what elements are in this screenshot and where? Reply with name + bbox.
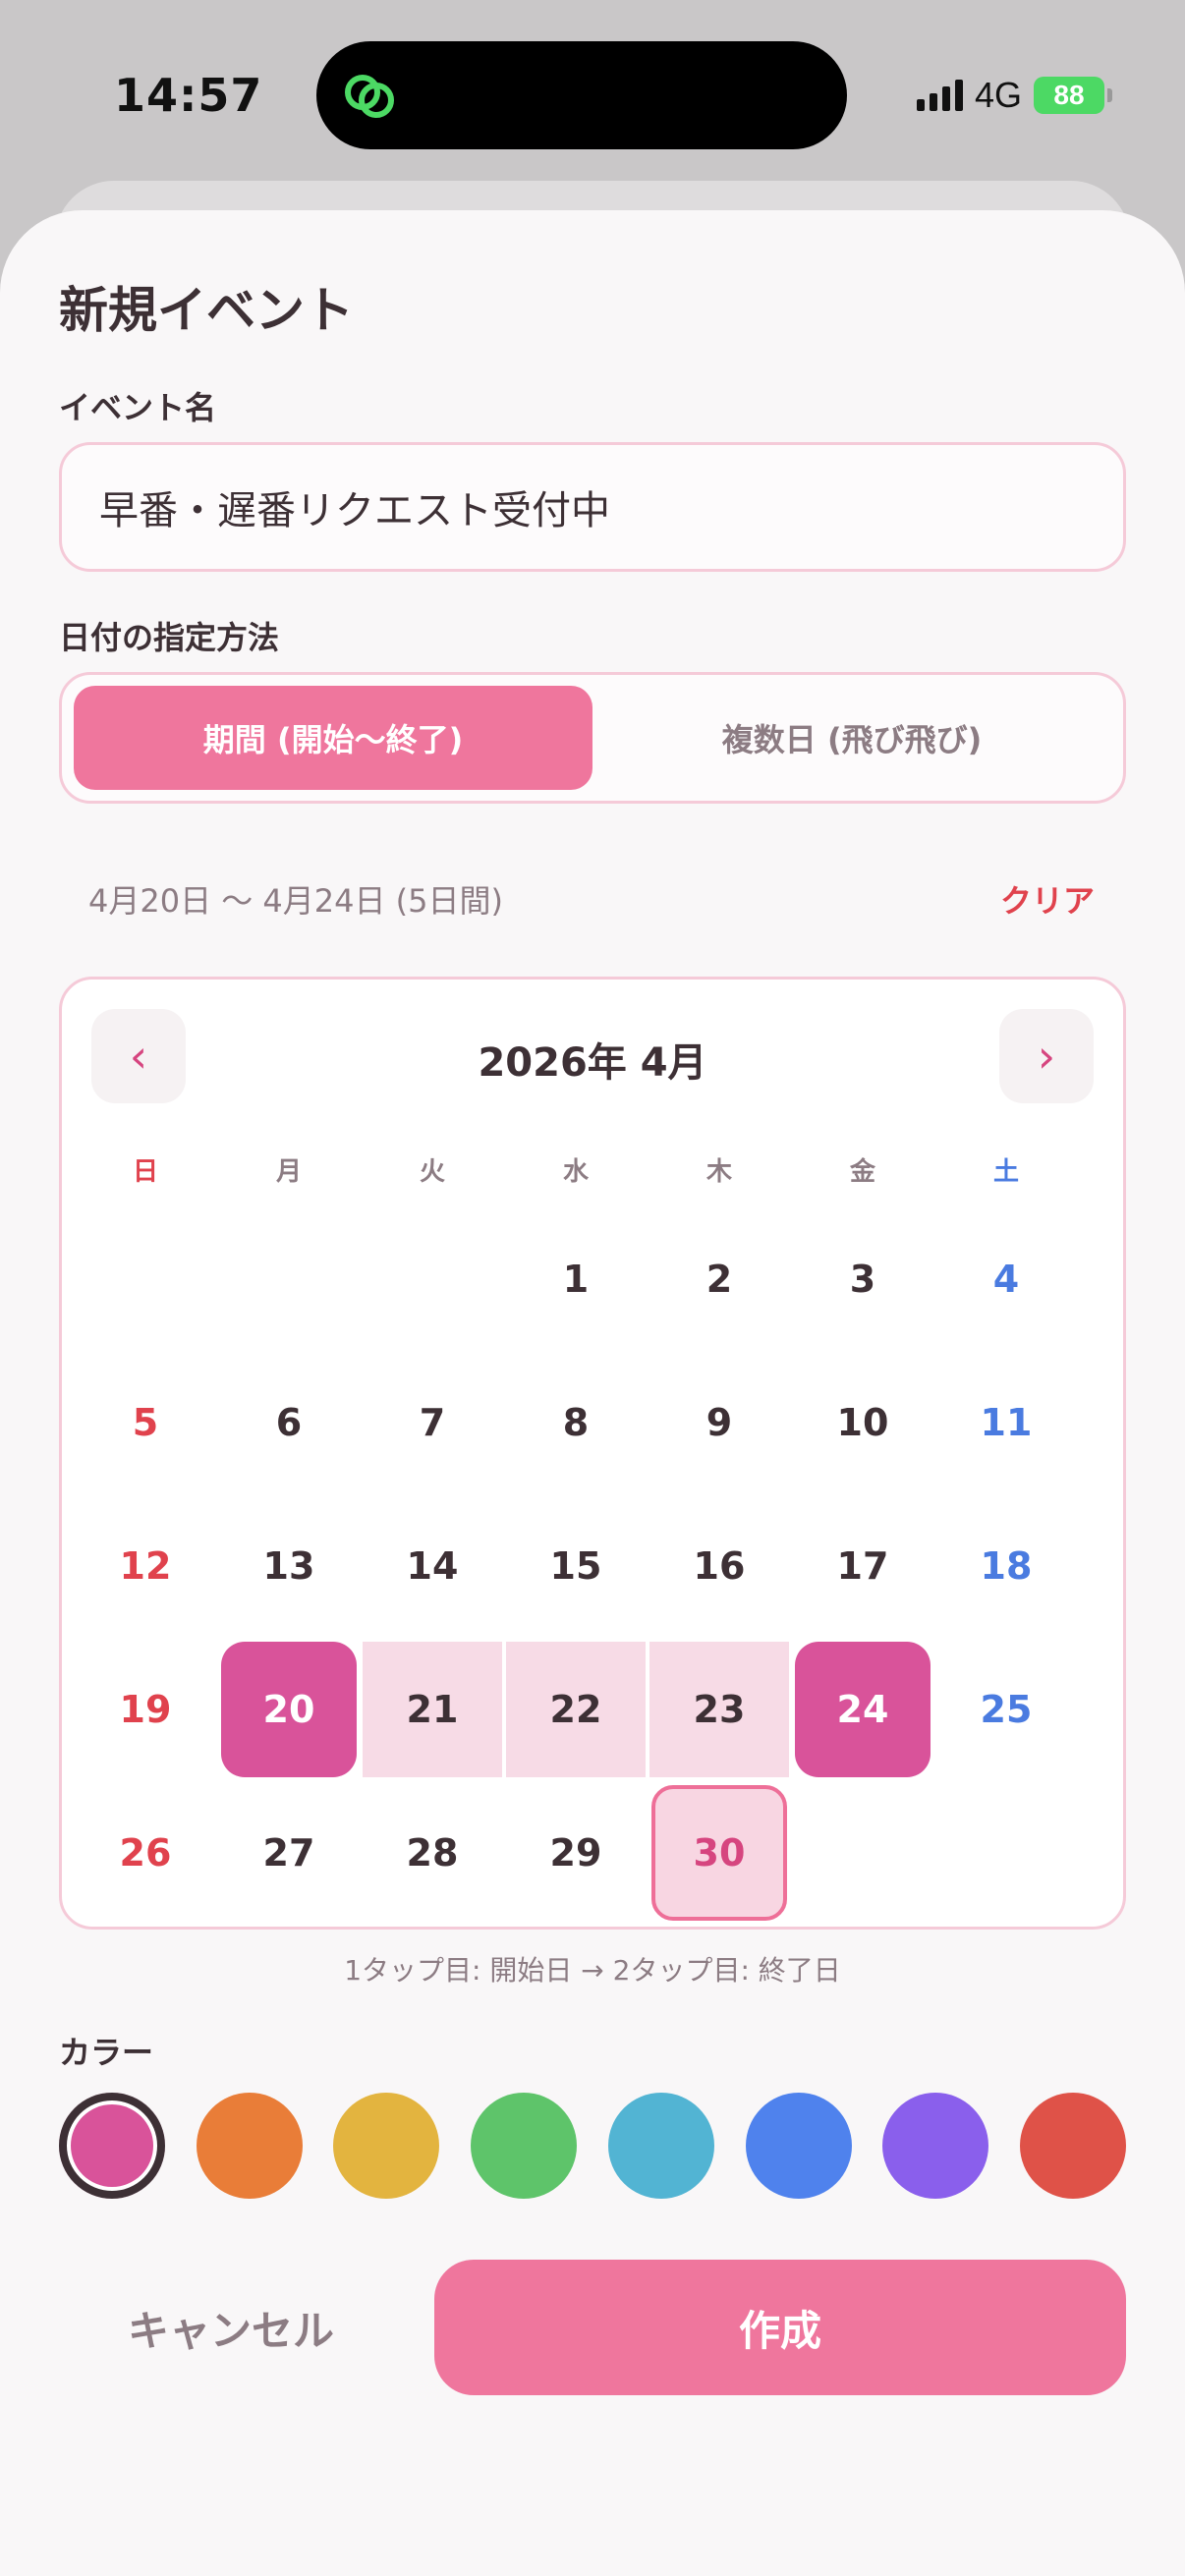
- calendar-day[interactable]: 20: [221, 1642, 357, 1777]
- weekday-header: 金: [849, 1157, 875, 1187]
- dynamic-island: [316, 41, 847, 149]
- calendar-day[interactable]: 12: [78, 1498, 213, 1634]
- calendar-day[interactable]: 27: [221, 1785, 357, 1921]
- color-swatch[interactable]: [607, 2093, 714, 2199]
- calendar-day[interactable]: 7: [365, 1355, 500, 1490]
- calendar-day[interactable]: 2: [651, 1211, 787, 1347]
- sheet-title: 新規イベント: [59, 282, 354, 339]
- status-indicators: 4G 88: [916, 75, 1112, 116]
- calendar-day[interactable]: 26: [78, 1785, 213, 1921]
- calendar-day[interactable]: 19: [78, 1642, 213, 1777]
- status-time: 14:57: [114, 69, 263, 122]
- network-type: 4G: [974, 75, 1022, 115]
- calendar-day[interactable]: 15: [508, 1498, 644, 1634]
- color-swatch[interactable]: [882, 2093, 989, 2199]
- calendar-day[interactable]: 30: [651, 1785, 787, 1921]
- calendar-day[interactable]: 23: [649, 1642, 789, 1777]
- calendar-day[interactable]: 17: [795, 1498, 931, 1634]
- calendar-day[interactable]: 3: [795, 1211, 931, 1347]
- weekday-header: 水: [562, 1157, 589, 1187]
- calendar-day[interactable]: 8: [508, 1355, 644, 1490]
- color-swatch[interactable]: [471, 2093, 578, 2199]
- weekday-header: 土: [992, 1157, 1019, 1187]
- calendar-day[interactable]: 5: [78, 1355, 213, 1490]
- calendar-day[interactable]: 28: [365, 1785, 500, 1921]
- calendar-day[interactable]: 16: [651, 1498, 787, 1634]
- calendar-day[interactable]: 14: [365, 1498, 500, 1634]
- calendar-day[interactable]: 24: [795, 1642, 931, 1777]
- weekday-header: 月: [275, 1157, 302, 1187]
- color-swatch[interactable]: [59, 2093, 165, 2199]
- date-mode-label: 日付の指定方法: [59, 619, 280, 656]
- weekday-header: 火: [419, 1157, 445, 1187]
- event-name-input[interactable]: [59, 442, 1126, 572]
- create-button[interactable]: 作成: [434, 2260, 1126, 2395]
- calendar-day[interactable]: 21: [363, 1642, 502, 1777]
- color-swatch[interactable]: [196, 2093, 303, 2199]
- cancel-button[interactable]: キャンセル: [59, 2260, 403, 2395]
- calendar-day[interactable]: 22: [506, 1642, 646, 1777]
- calendar-day[interactable]: 25: [938, 1642, 1074, 1777]
- color-picker: [59, 2093, 1126, 2201]
- calendar-day[interactable]: 1: [508, 1211, 644, 1347]
- month-title: 2026年 4月: [478, 1040, 707, 1086]
- calendar-day[interactable]: 13: [221, 1498, 357, 1634]
- next-month-button[interactable]: ›: [999, 1009, 1094, 1103]
- date-mode-segmented-control: 期間 (開始〜終了) 複数日 (飛び飛び): [59, 672, 1126, 804]
- chevron-right-icon: ›: [1037, 1030, 1056, 1083]
- color-swatch[interactable]: [745, 2093, 852, 2199]
- calendar-day[interactable]: 29: [508, 1785, 644, 1921]
- calendar-day[interactable]: 4: [938, 1211, 1074, 1347]
- weekday-header: 木: [705, 1157, 732, 1187]
- calendar-day[interactable]: 6: [221, 1355, 357, 1490]
- mode-multi-button[interactable]: 複数日 (飛び飛び): [592, 686, 1111, 790]
- weekday-header: 日: [132, 1157, 158, 1187]
- event-name-label: イベント名: [59, 389, 217, 426]
- calendar-day[interactable]: 11: [938, 1355, 1074, 1490]
- tap-hint: 1タップ目: 開始日 → 2タップ目: 終了日: [344, 1954, 841, 1987]
- new-event-sheet: 新規イベント イベント名 日付の指定方法 期間 (開始〜終了) 複数日 (飛び飛…: [0, 210, 1185, 2576]
- calendar-day[interactable]: 18: [938, 1498, 1074, 1634]
- color-label: カラー: [59, 2034, 154, 2071]
- calendar-day[interactable]: 9: [651, 1355, 787, 1490]
- color-swatch[interactable]: [1020, 2093, 1126, 2199]
- battery-icon: 88: [1034, 77, 1112, 114]
- mode-range-button[interactable]: 期間 (開始〜終了): [74, 686, 592, 790]
- signal-icon: [916, 80, 963, 111]
- calendar-day[interactable]: 10: [795, 1355, 931, 1490]
- color-swatch[interactable]: [333, 2093, 440, 2199]
- range-summary: 4月20日 〜 4月24日 (5日間): [88, 882, 504, 920]
- calendar: ‹ 2026年 4月 › 日月火水木金土 1 2 3 4 5 6 7 8 9 10 11 12 13 14 1…: [59, 977, 1126, 1930]
- link-app-icon: [345, 75, 394, 118]
- clear-button[interactable]: クリア: [1000, 876, 1095, 922]
